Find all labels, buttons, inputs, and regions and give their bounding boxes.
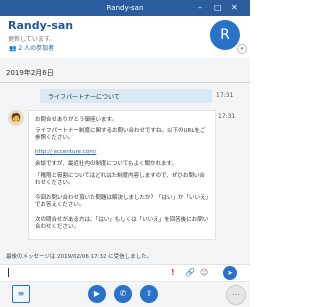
participants-label: 2 人の参加者 [18, 45, 55, 52]
chat-date: 2019年2月6日 [6, 69, 54, 77]
message-line: 次の問合せがある方は、「はい」もしくは「いいえ」を回答後にお問い合わせください。 [35, 217, 209, 230]
send-icon[interactable]: ➤ [223, 266, 237, 280]
message-line: お問合せありがとう御座います。 [35, 117, 117, 123]
message-line: 「権限と役割についてはどれはた制度内容しますので、ぜひお問い合わせください。 [35, 173, 205, 186]
share-icon[interactable]: ⇪ [140, 285, 158, 303]
menu-icon[interactable]: ≡ [12, 285, 30, 303]
sent-message: ライフパートナーについて [40, 89, 212, 103]
minimize-button[interactable]: – [198, 2, 202, 14]
participants-link[interactable]: 👥 2 人の参加者 [9, 43, 54, 52]
contact-status: 更新しています。 [8, 36, 56, 43]
message-input[interactable]: ! 🔗 ☺ ➤ [0, 264, 250, 281]
message-link[interactable]: http:// accenture.com/ [35, 149, 209, 156]
conversation-header: Randy-san 更新しています。 👥 2 人の参加者 R ▾ [0, 16, 250, 58]
avatar[interactable]: R [210, 20, 240, 50]
more-icon[interactable]: ⋯ [226, 285, 246, 305]
message-line: 余談ですが、最近社内の制度についてもよく聞かれます。 [35, 161, 177, 167]
close-button[interactable]: ✕ [231, 2, 238, 14]
message-line: 今回お問い合わせ頂いた問題は解決しましたか？「はい」か「いいえ」でお答えください… [35, 195, 209, 208]
call-icon[interactable]: ✆ [114, 285, 132, 303]
divider [0, 82, 250, 83]
message-time: 17:31 [218, 113, 236, 120]
title-bar: Randy-san – □ ✕ [0, 0, 250, 16]
message-line: ライフパートナー制度に関するお問い合わせですね。以下のURLをご参照ください。 [35, 128, 206, 141]
bottom-toolbar: ≡ ▶ ✆ ⇪ ⋯ [0, 281, 250, 307]
last-message-notice: 最後のメッセージは 2019/02/06 17:32 に受信しました。 [6, 254, 153, 260]
contact-name: Randy-san [8, 19, 74, 32]
message-text: ライフパートナーについて [48, 94, 120, 101]
emoji-icon[interactable]: ☺ [200, 267, 208, 279]
person-icon: 👥 [9, 45, 17, 52]
attach-icon[interactable]: 🔗 [185, 267, 195, 279]
message-time: 17:31 [216, 92, 234, 99]
chat-area: 2019年2月6日 ライフパートナーについて 17:31 🧑 お問合せありがとう… [0, 58, 250, 264]
window-title: Randy-san [106, 4, 144, 12]
sender-avatar: 🧑 [8, 110, 24, 126]
maximize-button[interactable]: □ [214, 2, 222, 14]
received-message: お問合せありがとう御座います。 ライフパートナー制度に関するお問い合わせですね。… [28, 110, 216, 240]
text-caret [8, 268, 9, 277]
alert-icon[interactable]: ! [171, 267, 175, 279]
video-icon[interactable]: ▶ [88, 285, 106, 303]
chevron-down-icon[interactable]: ▾ [237, 44, 247, 54]
